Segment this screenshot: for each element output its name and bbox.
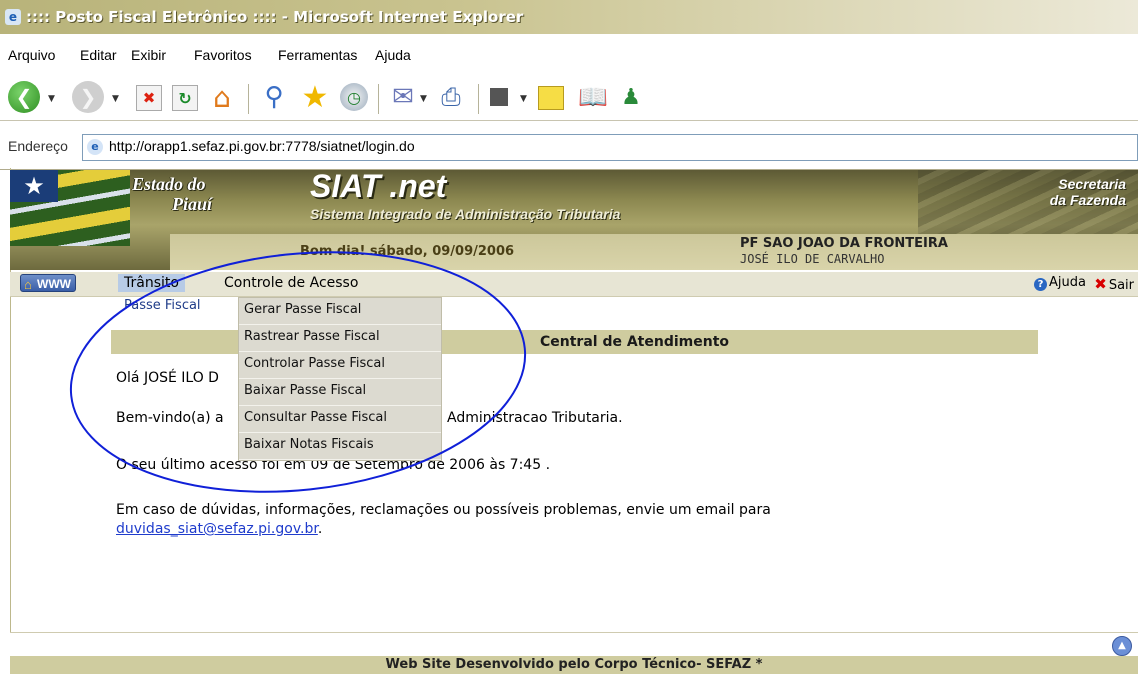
search-icon[interactable]: ⚲ bbox=[258, 81, 290, 113]
submenu-passe-fiscal[interactable]: Passe Fiscal bbox=[124, 298, 201, 313]
siat-banner: ★ Estado do Piauí SIAT .net Sistema Inte… bbox=[10, 168, 1138, 270]
address-bar: Endereço e bbox=[0, 128, 1138, 170]
address-label: Endereço bbox=[8, 138, 68, 154]
app-subtitle: Sistema Integrado de Administração Tribu… bbox=[310, 206, 621, 222]
favorites-star-icon[interactable]: ★ bbox=[298, 80, 332, 115]
home-icon[interactable]: ⌂ bbox=[206, 81, 238, 114]
nav-bar: ⌂ WWW Trânsito Controle de Acesso ? Ajuda… bbox=[10, 272, 1138, 297]
back-dropdown-icon[interactable]: ▼ bbox=[48, 94, 55, 104]
toolbar-separator bbox=[248, 84, 249, 114]
help-label: Ajuda bbox=[1049, 275, 1086, 290]
section-title-text: Central de Atendimento bbox=[539, 334, 729, 350]
welcome-text-end: Administracao Tributaria. bbox=[447, 410, 623, 426]
org-name: Secretaria da Fazenda bbox=[1050, 176, 1126, 208]
forward-icon[interactable]: ❯ bbox=[72, 81, 104, 113]
menu-consultar-passe-fiscal[interactable]: Consultar Passe Fiscal bbox=[239, 406, 441, 433]
mail-dropdown-icon[interactable]: ▼ bbox=[420, 94, 427, 104]
help-email-period: . bbox=[317, 521, 323, 537]
menu-baixar-passe-fiscal[interactable]: Baixar Passe Fiscal bbox=[239, 379, 441, 406]
menu-controlar-passe-fiscal[interactable]: Controlar Passe Fiscal bbox=[239, 352, 441, 379]
state-name: Estado do Piauí bbox=[132, 174, 212, 214]
welcome-text-start: Bem-vindo(a) a bbox=[116, 410, 224, 426]
toolbar-separator bbox=[478, 84, 479, 114]
ie-logo-icon: e bbox=[5, 9, 21, 25]
menu-gerar-passe-fiscal[interactable]: Gerar Passe Fiscal bbox=[239, 298, 441, 325]
greeting-date: Bom dia! sábado, 09/09/2006 bbox=[300, 244, 515, 259]
scroll-up-icon[interactable]: ▲ bbox=[1112, 636, 1132, 656]
state-name-line1: Estado do bbox=[132, 174, 206, 194]
menu-baixar-notas-fiscais[interactable]: Baixar Notas Fiscais bbox=[239, 433, 441, 460]
forward-dropdown-icon[interactable]: ▼ bbox=[112, 94, 119, 104]
help-text: Em caso de dúvidas, informações, reclama… bbox=[116, 502, 771, 518]
menu-favoritos[interactable]: Favoritos bbox=[194, 47, 252, 63]
close-icon: ✖ bbox=[1094, 275, 1107, 293]
mail-icon[interactable]: ✉ bbox=[388, 82, 418, 112]
window-title: :::: Posto Fiscal Eletrônico :::: - Micr… bbox=[26, 8, 524, 26]
help-email-line: duvidas_siat@sefaz.pi.gov.br. bbox=[116, 521, 322, 537]
help-email-link[interactable]: duvidas_siat@sefaz.pi.gov.br bbox=[116, 521, 318, 537]
passe-fiscal-dropdown: Gerar Passe Fiscal Rastrear Passe Fiscal… bbox=[238, 297, 442, 461]
menu-arquivo[interactable]: Arquivo bbox=[8, 47, 55, 63]
fiscal-post-name: PF SAO JOAO DA FRONTEIRA bbox=[740, 236, 948, 251]
discuss-icon[interactable] bbox=[538, 86, 564, 110]
house-icon: ⌂ bbox=[24, 277, 32, 292]
user-name: JOSÉ ILO DE CARVALHO bbox=[740, 252, 885, 266]
www-button[interactable]: ⌂ WWW bbox=[20, 274, 76, 292]
app-logo: SIAT .net bbox=[310, 168, 447, 204]
state-name-line2: Piauí bbox=[172, 194, 213, 214]
www-label: WWW bbox=[37, 277, 71, 291]
menu-bar: Arquivo Editar Exibir Favoritos Ferramen… bbox=[0, 44, 1138, 66]
footer: Web Site Desenvolvido pelo Corpo Técnico… bbox=[10, 656, 1138, 674]
nav-transito[interactable]: Trânsito bbox=[118, 274, 185, 292]
messenger-icon[interactable]: ♟ bbox=[616, 82, 646, 112]
toolbar-separator bbox=[378, 84, 379, 114]
menu-rastrear-passe-fiscal[interactable]: Rastrear Passe Fiscal bbox=[239, 325, 441, 352]
research-icon[interactable]: 📖 bbox=[578, 82, 608, 112]
piaui-flag-icon: ★ bbox=[10, 170, 130, 246]
org-name-line1: Secretaria bbox=[1058, 176, 1126, 192]
page-bottom-strip: ▲ bbox=[10, 632, 1138, 657]
help-link[interactable]: ? Ajuda bbox=[1034, 275, 1086, 291]
page-icon: e bbox=[87, 139, 103, 155]
back-icon[interactable]: ❮ bbox=[8, 81, 40, 113]
stop-icon[interactable]: ✖ bbox=[136, 85, 162, 111]
window-titlebar: e :::: Posto Fiscal Eletrônico :::: - Mi… bbox=[0, 0, 1138, 34]
history-icon[interactable]: ◷ bbox=[340, 83, 368, 111]
menu-editar[interactable]: Editar bbox=[80, 47, 117, 63]
menu-exibir[interactable]: Exibir bbox=[131, 47, 166, 63]
logout-label: Sair bbox=[1108, 278, 1134, 293]
logout-link[interactable]: ✖ Sair bbox=[1094, 275, 1134, 293]
hello-text: Olá JOSÉ ILO D bbox=[116, 370, 219, 386]
star-icon: ★ bbox=[10, 170, 58, 202]
refresh-icon[interactable]: ↻ bbox=[172, 85, 198, 111]
address-field[interactable]: e bbox=[82, 134, 1138, 161]
nav-controle-acesso[interactable]: Controle de Acesso bbox=[218, 274, 364, 292]
url-input[interactable] bbox=[109, 138, 1109, 154]
print-icon[interactable]: ⎙ bbox=[436, 82, 466, 112]
edit-dropdown-icon[interactable]: ▼ bbox=[520, 94, 527, 104]
org-name-line2: da Fazenda bbox=[1049, 192, 1126, 208]
menu-ferramentas[interactable]: Ferramentas bbox=[278, 47, 357, 63]
edit-icon[interactable] bbox=[490, 88, 508, 106]
browser-toolbar: ❮ ▼ ❯ ▼ ✖ ↻ ⌂ ⚲ ★ ◷ ✉ ▼ ⎙ ▼ 📖 ♟ bbox=[0, 76, 1138, 121]
help-icon: ? bbox=[1034, 278, 1048, 291]
menu-ajuda[interactable]: Ajuda bbox=[375, 47, 411, 63]
info-row: Bom dia! sábado, 09/09/2006 PF SAO JOAO … bbox=[170, 234, 1138, 270]
